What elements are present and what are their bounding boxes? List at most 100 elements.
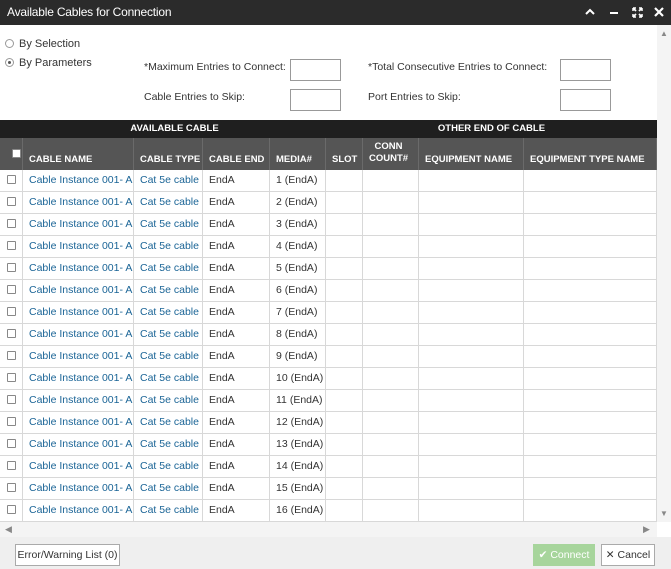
cell-cable-name[interactable]: Cable Instance 001- A [23,214,134,236]
cell-cable-name[interactable]: Cable Instance 001- A [23,236,134,258]
row-checkbox[interactable] [7,241,16,250]
cell-cable-name[interactable]: Cable Instance 001- A [23,346,134,368]
cell-cable-name[interactable]: Cable Instance 001- A [23,412,134,434]
cell-cable-name[interactable]: Cable Instance 001- A [23,390,134,412]
cell-cable-name[interactable]: Cable Instance 001- A [23,478,134,500]
cell-cable-type[interactable]: Cat 5e cable [134,412,203,434]
expand-icon[interactable] [628,3,646,21]
cell-cable-name[interactable]: Cable Instance 001- A [23,434,134,456]
cell-equipment-type-name [524,412,657,434]
cell-cable-type[interactable]: Cat 5e cable [134,214,203,236]
table-row[interactable]: Cable Instance 001- A Cat 5e cable EndA 8 (… [0,324,657,346]
table-row[interactable]: Cable Instance 001- A Cat 5e cable EndA 15 … [0,478,657,500]
cell-cable-type[interactable]: Cat 5e cable [134,302,203,324]
table-row[interactable]: Cable Instance 001- A Cat 5e cable EndA 3 (… [0,214,657,236]
table-row[interactable]: Cable Instance 001- A Cat 5e cable EndA 6 (… [0,280,657,302]
table-row[interactable]: Cable Instance 001- A Cat 5e cable EndA 16 … [0,500,657,522]
horizontal-scrollbar[interactable]: ◀ ▶ [0,522,657,537]
by-parameters-radio[interactable] [5,58,14,67]
row-checkbox[interactable] [7,197,16,206]
table-row[interactable]: Cable Instance 001- A Cat 5e cable EndA 9 (… [0,346,657,368]
cell-cable-name[interactable]: Cable Instance 001- A [23,500,134,522]
vertical-scrollbar[interactable]: ▲ ▼ [657,25,671,522]
connect-button[interactable]: ✔ Connect [533,544,595,566]
error-warning-list-button[interactable]: Error/Warning List (0) [15,544,120,566]
cell-equipment-name [419,214,524,236]
table-row[interactable]: Cable Instance 001- A Cat 5e cable EndA 7 (… [0,302,657,324]
row-checkbox[interactable] [7,505,16,514]
cell-cable-type[interactable]: Cat 5e cable [134,478,203,500]
table-row[interactable]: Cable Instance 001- A Cat 5e cable EndA 11 … [0,390,657,412]
row-checkbox[interactable] [7,461,16,470]
row-checkbox[interactable] [7,483,16,492]
by-selection-radio[interactable] [5,39,14,48]
row-checkbox[interactable] [7,307,16,316]
header-slot[interactable]: SLOT [326,138,363,170]
by-selection-option[interactable]: By Selection [5,38,80,50]
cell-cable-type[interactable]: Cat 5e cable [134,236,203,258]
row-checkbox[interactable] [7,285,16,294]
cell-cable-type[interactable]: Cat 5e cable [134,500,203,522]
cell-cable-name[interactable]: Cable Instance 001- A [23,324,134,346]
cell-conn-count [363,280,419,302]
cable-skip-input[interactable] [290,89,341,111]
cell-cable-name[interactable]: Cable Instance 001- A [23,258,134,280]
chevron-up-icon[interactable] [581,3,599,21]
cell-cable-type[interactable]: Cat 5e cable [134,390,203,412]
cell-cable-type[interactable]: Cat 5e cable [134,346,203,368]
scroll-left-icon[interactable]: ◀ [5,524,12,535]
cancel-button[interactable]: ✕ Cancel [601,544,655,566]
port-skip-input[interactable] [560,89,611,111]
cell-cable-name[interactable]: Cable Instance 001- A [23,456,134,478]
minimize-icon[interactable] [605,3,623,21]
table-row[interactable]: Cable Instance 001- A Cat 5e cable EndA 13 … [0,434,657,456]
table-row[interactable]: Cable Instance 001- A Cat 5e cable EndA 2 (… [0,192,657,214]
row-checkbox[interactable] [7,351,16,360]
cell-cable-type[interactable]: Cat 5e cable [134,170,203,192]
table-row[interactable]: Cable Instance 001- A Cat 5e cable EndA 10 … [0,368,657,390]
row-checkbox[interactable] [7,417,16,426]
header-media[interactable]: MEDIA# [270,138,326,170]
row-checkbox[interactable] [7,329,16,338]
table-row[interactable]: Cable Instance 001- A Cat 5e cable EndA 14 … [0,456,657,478]
row-checkbox[interactable] [7,263,16,272]
header-cable-end[interactable]: CABLE END [203,138,270,170]
cell-cable-type[interactable]: Cat 5e cable [134,192,203,214]
table-row[interactable]: Cable Instance 001- A Cat 5e cable EndA 4 (… [0,236,657,258]
by-parameters-option[interactable]: By Parameters [5,57,92,69]
header-equipment-type-name[interactable]: EQUIPMENT TYPE NAME [524,138,657,170]
header-conn-count[interactable]: CONN COUNT# [363,138,419,170]
table-row[interactable]: Cable Instance 001- A Cat 5e cable EndA 12 … [0,412,657,434]
header-equipment-name[interactable]: EQUIPMENT NAME [419,138,524,170]
row-checkbox[interactable] [7,395,16,404]
cell-cable-type[interactable]: Cat 5e cable [134,280,203,302]
cell-cable-type[interactable]: Cat 5e cable [134,324,203,346]
total-consecutive-input[interactable] [560,59,611,81]
cell-cable-name[interactable]: Cable Instance 001- A [23,192,134,214]
select-all-checkbox[interactable] [12,149,21,158]
row-checkbox[interactable] [7,219,16,228]
cell-cable-name[interactable]: Cable Instance 001- A [23,170,134,192]
cell-conn-count [363,302,419,324]
cell-cable-type[interactable]: Cat 5e cable [134,368,203,390]
row-checkbox[interactable] [7,439,16,448]
scroll-down-icon[interactable]: ▼ [660,509,668,518]
row-checkbox[interactable] [7,373,16,382]
close-icon: ✕ [605,549,615,561]
table-row[interactable]: Cable Instance 001- A Cat 5e cable EndA 5 (… [0,258,657,280]
group-header-available: AVAILABLE CABLE [23,120,326,138]
max-entries-input[interactable] [290,59,341,81]
cell-cable-type[interactable]: Cat 5e cable [134,434,203,456]
scroll-up-icon[interactable]: ▲ [660,29,668,38]
cell-cable-name[interactable]: Cable Instance 001- A [23,280,134,302]
header-cable-type[interactable]: CABLE TYPE [134,138,203,170]
cell-cable-type[interactable]: Cat 5e cable [134,258,203,280]
close-icon[interactable] [650,3,668,21]
cell-cable-type[interactable]: Cat 5e cable [134,456,203,478]
cell-cable-name[interactable]: Cable Instance 001- A [23,368,134,390]
scroll-right-icon[interactable]: ▶ [643,524,650,535]
row-checkbox[interactable] [7,175,16,184]
table-row[interactable]: Cable Instance 001- A Cat 5e cable EndA 1 (… [0,170,657,192]
header-cable-name[interactable]: CABLE NAME [23,138,134,170]
cell-cable-name[interactable]: Cable Instance 001- A [23,302,134,324]
